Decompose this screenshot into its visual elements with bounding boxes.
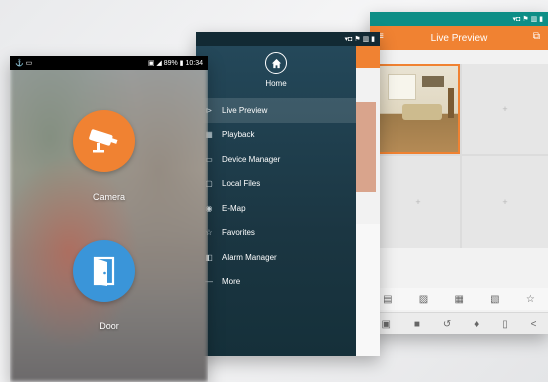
ptz-toolbar: ▤ ▨ ▦ ▧ ☆ — [370, 288, 548, 310]
menu-item-playback[interactable]: ▦ Playback — [196, 123, 356, 148]
camera-label: Camera — [92, 192, 125, 202]
menu-item-favorites[interactable]: ☆ Favorites — [196, 221, 356, 246]
underlying-video-tile — [356, 102, 376, 192]
menu-phone: ▾◘ ⚑ ▥ ▮ Home ⊳ Live Preview ▦ Playback … — [196, 32, 380, 356]
home-button[interactable]: Home — [196, 52, 356, 88]
wall-picture-shape — [422, 76, 444, 87]
video-cell-active[interactable] — [376, 64, 460, 154]
live-preview-phone: ▾◘ ⚑ ▥ ▮ ≡ Live Preview ⧉ + + + ▤ ▨ ▦ ▧ … — [370, 12, 548, 334]
menu-item-live-preview[interactable]: ⊳ Live Preview — [196, 98, 356, 123]
underlying-header — [356, 46, 380, 68]
navigation-drawer: Home ⊳ Live Preview ▦ Playback ▭ Device … — [196, 46, 356, 356]
status-icons: ▾◘ ⚑ ▥ ▮ — [512, 16, 543, 23]
door-label: Door — [99, 321, 119, 331]
action-toolbar: ▣ ■ ↺ ♦ ▯ < — [370, 312, 548, 334]
page-title: Live Preview — [430, 32, 488, 44]
playback-icon[interactable]: ↺ — [443, 319, 451, 330]
window-shape — [388, 74, 416, 100]
door-icon — [93, 256, 115, 286]
status-bar: ⚓ ▭ ▣ ◢ 89% ▮ 10:34 — [10, 56, 208, 70]
menu-list: ⊳ Live Preview ▦ Playback ▭ Device Manag… — [196, 98, 356, 294]
notification-icons: ⚓ ▭ — [15, 60, 33, 67]
status-bar: ▾◘ ⚑ ▥ ▮ — [370, 12, 548, 26]
layout-3-icon[interactable]: ▦ — [454, 294, 463, 305]
status-bar: ▾◘ ⚑ ▥ ▮ — [196, 32, 380, 46]
menu-item-label: Favorites — [222, 228, 255, 238]
add-channel-icon: + — [415, 197, 421, 207]
layout-1-icon[interactable]: ▤ — [383, 294, 392, 305]
video-cell[interactable]: + — [462, 156, 548, 248]
live-preview-header: ≡ Live Preview ⧉ — [370, 26, 548, 50]
video-grid: + + + — [376, 64, 548, 248]
menu-item-more[interactable]: — More — [196, 270, 356, 295]
layout-2-icon[interactable]: ▨ — [419, 294, 428, 305]
system-status: ▣ ◢ 89% ▮ 10:34 — [147, 60, 203, 67]
lock-icon[interactable]: ▯ — [502, 319, 508, 330]
layout-4-icon[interactable]: ▧ — [490, 294, 499, 305]
snapshot-icon[interactable]: ▣ — [381, 319, 390, 330]
menu-item-alarm-manager[interactable]: ◧ Alarm Manager — [196, 245, 356, 270]
home-phone: ⚓ ▭ ▣ ◢ 89% ▮ 10:34 Camera Door — [10, 56, 208, 382]
underlying-screen-edge — [356, 46, 380, 356]
sofa-shape — [402, 104, 442, 120]
video-cell[interactable]: + — [376, 156, 460, 248]
menu-item-label: Playback — [222, 130, 255, 140]
lamp-shape — [448, 88, 454, 118]
microphone-icon[interactable]: ♦ — [474, 319, 479, 330]
favorite-icon[interactable]: ☆ — [526, 294, 535, 305]
menu-item-e-map[interactable]: ◉ E-Map — [196, 196, 356, 221]
status-icons: ▾◘ ⚑ ▥ ▮ — [344, 36, 375, 43]
camera-feed-image — [378, 66, 458, 152]
underlying-panel — [356, 224, 380, 356]
menu-item-local-files[interactable]: ▢ Local Files — [196, 172, 356, 197]
menu-item-label: More — [222, 277, 241, 287]
menu-item-label: Live Preview — [222, 105, 268, 115]
door-button[interactable] — [73, 240, 135, 302]
menu-item-label: Local Files — [222, 179, 261, 189]
menu-item-label: E-Map — [222, 203, 246, 213]
layout-icon[interactable]: ⧉ — [533, 31, 540, 42]
menu-item-device-manager[interactable]: ▭ Device Manager — [196, 147, 356, 172]
prev-icon[interactable]: < — [531, 319, 537, 330]
home-label: Home — [265, 79, 287, 88]
security-camera-icon — [89, 129, 118, 153]
menu-item-label: Device Manager — [222, 154, 281, 164]
home-icon — [265, 52, 287, 74]
record-icon[interactable]: ■ — [414, 319, 420, 330]
add-channel-icon: + — [502, 197, 508, 207]
add-channel-icon: + — [502, 104, 508, 114]
video-cell[interactable]: + — [462, 64, 548, 154]
menu-item-label: Alarm Manager — [222, 252, 277, 262]
blurred-street-background — [10, 56, 208, 382]
camera-button[interactable] — [73, 110, 135, 172]
